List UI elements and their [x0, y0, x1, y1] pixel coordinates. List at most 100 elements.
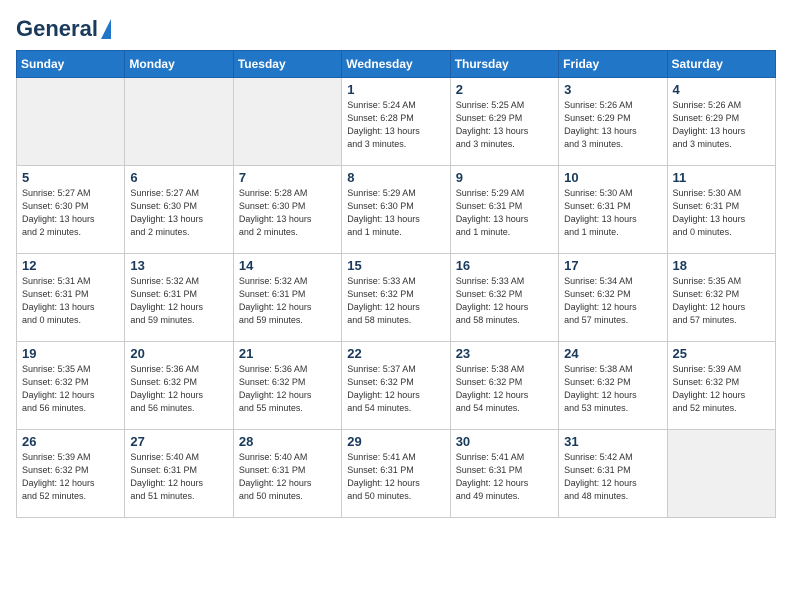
day-number: 12	[22, 258, 119, 273]
week-row-5: 26Sunrise: 5:39 AM Sunset: 6:32 PM Dayli…	[17, 430, 776, 518]
day-cell: 3Sunrise: 5:26 AM Sunset: 6:29 PM Daylig…	[559, 78, 667, 166]
day-info: Sunrise: 5:40 AM Sunset: 6:31 PM Dayligh…	[130, 451, 227, 503]
day-cell: 8 Sunrise: 5:29 AM Sunset: 6:30 PM Daylig…	[342, 166, 450, 254]
day-number: 5	[22, 170, 119, 185]
day-cell: 17 Sunrise: 5:34 AM Sunset: 6:32 PM Dayli…	[559, 254, 667, 342]
day-number: 28	[239, 434, 336, 449]
day-number: 4	[673, 82, 770, 97]
day-number: 26	[22, 434, 119, 449]
logo-line: General	[16, 16, 111, 42]
day-number: 21	[239, 346, 336, 361]
day-info: Sunrise: 5:27 AM Sunset: 6:30 PM Dayligh…	[22, 187, 119, 239]
day-cell: 4 Sunrise: 5:26 AM Sunset: 6:29 PM Daylig…	[667, 78, 775, 166]
day-cell: 5 Sunrise: 5:27 AM Sunset: 6:30 PM Daylig…	[17, 166, 125, 254]
day-info: Sunrise: 5:41 AM Sunset: 6:31 PM Dayligh…	[347, 451, 444, 503]
day-info: Sunrise: 5:30 AM Sunset: 6:31 PM Dayligh…	[564, 187, 661, 239]
calendar-header: SundayMondayTuesdayWednesdayThursdayFrid…	[17, 51, 776, 78]
column-header-sunday: Sunday	[17, 51, 125, 78]
day-number: 25	[673, 346, 770, 361]
day-cell: 15 Sunrise: 5:33 AM Sunset: 6:32 PM Dayli…	[342, 254, 450, 342]
day-cell: 11 Sunrise: 5:30 AM Sunset: 6:31 PM Dayli…	[667, 166, 775, 254]
day-number: 13	[130, 258, 227, 273]
day-cell: 31Sunrise: 5:42 AM Sunset: 6:31 PM Dayli…	[559, 430, 667, 518]
day-cell: 16 Sunrise: 5:33 AM Sunset: 6:32 PM Dayli…	[450, 254, 558, 342]
day-info: Sunrise: 5:26 AM Sunset: 6:29 PM Dayligh…	[673, 99, 770, 151]
day-number: 27	[130, 434, 227, 449]
day-cell: 24 Sunrise: 5:38 AM Sunset: 6:32 PM Dayli…	[559, 342, 667, 430]
day-number: 6	[130, 170, 227, 185]
day-info: Sunrise: 5:28 AM Sunset: 6:30 PM Dayligh…	[239, 187, 336, 239]
day-info: Sunrise: 5:32 AM Sunset: 6:31 PM Dayligh…	[130, 275, 227, 327]
column-header-friday: Friday	[559, 51, 667, 78]
day-info: Sunrise: 5:41 AM Sunset: 6:31 PM Dayligh…	[456, 451, 553, 503]
day-info: Sunrise: 5:36 AM Sunset: 6:32 PM Dayligh…	[239, 363, 336, 415]
column-header-tuesday: Tuesday	[233, 51, 341, 78]
day-number: 24	[564, 346, 661, 361]
day-number: 3	[564, 82, 661, 97]
day-cell: 1 Sunrise: 5:24 AM Sunset: 6:28 PM Daylig…	[342, 78, 450, 166]
day-number: 22	[347, 346, 444, 361]
day-cell: 26Sunrise: 5:39 AM Sunset: 6:32 PM Dayli…	[17, 430, 125, 518]
day-cell: 12Sunrise: 5:31 AM Sunset: 6:31 PM Dayli…	[17, 254, 125, 342]
day-cell: 18 Sunrise: 5:35 AM Sunset: 6:32 PM Dayli…	[667, 254, 775, 342]
column-header-thursday: Thursday	[450, 51, 558, 78]
day-number: 30	[456, 434, 553, 449]
day-cell: 10 Sunrise: 5:30 AM Sunset: 6:31 PM Dayli…	[559, 166, 667, 254]
day-number: 11	[673, 170, 770, 185]
header-row-days: SundayMondayTuesdayWednesdayThursdayFrid…	[17, 51, 776, 78]
day-cell	[125, 78, 233, 166]
day-info: Sunrise: 5:29 AM Sunset: 6:31 PM Dayligh…	[456, 187, 553, 239]
day-info: Sunrise: 5:42 AM Sunset: 6:31 PM Dayligh…	[564, 451, 661, 503]
day-number: 9	[456, 170, 553, 185]
day-number: 15	[347, 258, 444, 273]
day-number: 20	[130, 346, 227, 361]
column-header-monday: Monday	[125, 51, 233, 78]
day-number: 10	[564, 170, 661, 185]
day-cell: 13 Sunrise: 5:32 AM Sunset: 6:31 PM Dayli…	[125, 254, 233, 342]
day-info: Sunrise: 5:35 AM Sunset: 6:32 PM Dayligh…	[673, 275, 770, 327]
day-number: 17	[564, 258, 661, 273]
day-cell	[233, 78, 341, 166]
header-row: General	[16, 16, 776, 42]
week-row-2: 5 Sunrise: 5:27 AM Sunset: 6:30 PM Daylig…	[17, 166, 776, 254]
calendar-table: SundayMondayTuesdayWednesdayThursdayFrid…	[16, 50, 776, 518]
day-info: Sunrise: 5:30 AM Sunset: 6:31 PM Dayligh…	[673, 187, 770, 239]
logo-triangle	[101, 19, 111, 39]
day-number: 23	[456, 346, 553, 361]
day-cell: 23Sunrise: 5:38 AM Sunset: 6:32 PM Dayli…	[450, 342, 558, 430]
day-number: 1	[347, 82, 444, 97]
day-number: 16	[456, 258, 553, 273]
day-info: Sunrise: 5:27 AM Sunset: 6:30 PM Dayligh…	[130, 187, 227, 239]
day-number: 8	[347, 170, 444, 185]
day-cell: 21 Sunrise: 5:36 AM Sunset: 6:32 PM Dayli…	[233, 342, 341, 430]
day-info: Sunrise: 5:38 AM Sunset: 6:32 PM Dayligh…	[564, 363, 661, 415]
day-cell	[667, 430, 775, 518]
day-cell: 27 Sunrise: 5:40 AM Sunset: 6:31 PM Dayli…	[125, 430, 233, 518]
day-cell: 20 Sunrise: 5:36 AM Sunset: 6:32 PM Dayli…	[125, 342, 233, 430]
calendar-container: General SundayMondayTuesdayWednesdayThur…	[0, 0, 792, 528]
day-number: 29	[347, 434, 444, 449]
day-info: Sunrise: 5:33 AM Sunset: 6:32 PM Dayligh…	[347, 275, 444, 327]
day-info: Sunrise: 5:33 AM Sunset: 6:32 PM Dayligh…	[456, 275, 553, 327]
day-cell: 6 Sunrise: 5:27 AM Sunset: 6:30 PM Daylig…	[125, 166, 233, 254]
day-info: Sunrise: 5:29 AM Sunset: 6:30 PM Dayligh…	[347, 187, 444, 239]
column-header-wednesday: Wednesday	[342, 51, 450, 78]
day-number: 19	[22, 346, 119, 361]
day-info: Sunrise: 5:24 AM Sunset: 6:28 PM Dayligh…	[347, 99, 444, 151]
day-cell: 28 Sunrise: 5:40 AM Sunset: 6:31 PM Dayli…	[233, 430, 341, 518]
day-info: Sunrise: 5:32 AM Sunset: 6:31 PM Dayligh…	[239, 275, 336, 327]
day-info: Sunrise: 5:39 AM Sunset: 6:32 PM Dayligh…	[673, 363, 770, 415]
day-number: 2	[456, 82, 553, 97]
day-info: Sunrise: 5:25 AM Sunset: 6:29 PM Dayligh…	[456, 99, 553, 151]
week-row-4: 19Sunrise: 5:35 AM Sunset: 6:32 PM Dayli…	[17, 342, 776, 430]
day-info: Sunrise: 5:36 AM Sunset: 6:32 PM Dayligh…	[130, 363, 227, 415]
day-cell: 19Sunrise: 5:35 AM Sunset: 6:32 PM Dayli…	[17, 342, 125, 430]
day-cell: 2 Sunrise: 5:25 AM Sunset: 6:29 PM Daylig…	[450, 78, 558, 166]
day-number: 18	[673, 258, 770, 273]
calendar-body: 1 Sunrise: 5:24 AM Sunset: 6:28 PM Daylig…	[17, 78, 776, 518]
day-cell: 14Sunrise: 5:32 AM Sunset: 6:31 PM Dayli…	[233, 254, 341, 342]
day-info: Sunrise: 5:34 AM Sunset: 6:32 PM Dayligh…	[564, 275, 661, 327]
day-number: 7	[239, 170, 336, 185]
week-row-1: 1 Sunrise: 5:24 AM Sunset: 6:28 PM Daylig…	[17, 78, 776, 166]
day-info: Sunrise: 5:40 AM Sunset: 6:31 PM Dayligh…	[239, 451, 336, 503]
